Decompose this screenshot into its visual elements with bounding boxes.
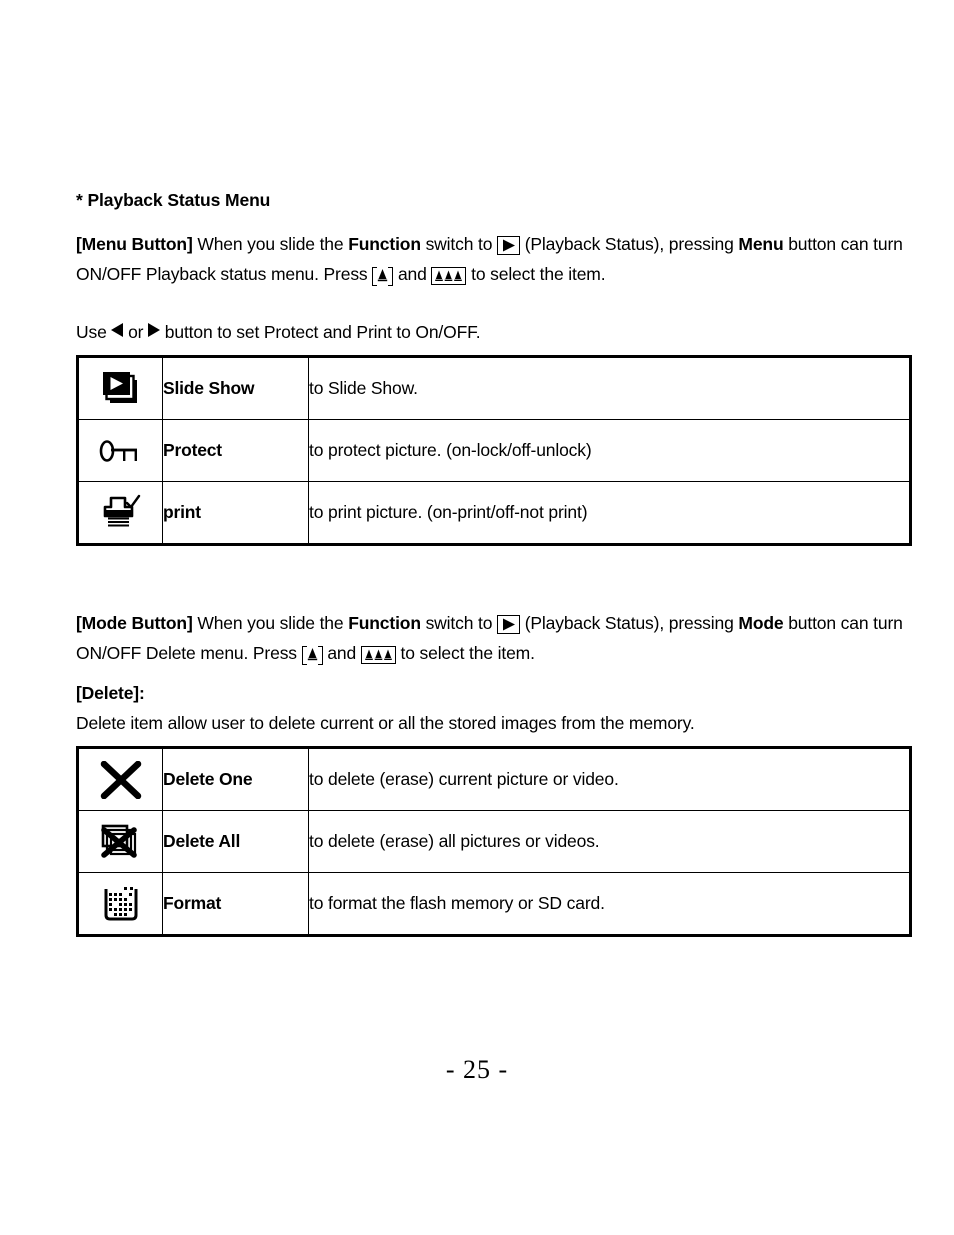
item-label: Slide Show [162,356,309,420]
icon-cell [77,419,163,482]
key-protect-icon [79,420,162,481]
table-row: Protect to protect picture. (on-lock/off… [77,419,911,482]
page-number: - 25 - [445,1055,509,1084]
icon-cell [77,747,163,811]
use-text-3: button to set Protect and Print to On/OF… [160,322,481,342]
item-label: Protect [162,419,309,482]
thumbnail-zoom-out-icon [431,267,467,285]
menu-paragraph-text-5: and [393,264,432,284]
table-row: Delete One to delete (erase) current pic… [77,747,911,811]
playback-status-icon [497,615,521,634]
function-bold-2: Function [348,613,421,633]
zoom-in-icon [372,267,394,286]
mode-paragraph-text-2: switch to [420,613,498,633]
item-label: print [162,481,309,545]
function-bold-1: Function [348,234,421,254]
format-memory-icon [79,873,162,934]
delete-heading-text: [Delete]: [76,683,145,703]
delete-all-icon [79,811,162,872]
menu-paragraph-text-1: When you slide the [192,234,349,254]
mode-paragraph-text-3: (Playback Status), pressing [520,613,739,633]
mode-button-paragraph: [Mode Button] When you slide the Functio… [76,608,912,668]
mode-paragraph-text-1: When you slide the [192,613,349,633]
mode-paragraph-text-6: to select the item. [395,643,535,663]
item-description: to delete (erase) current picture or vid… [308,747,911,811]
page-title: * Playback Status Menu [76,190,271,210]
delete-section-heading: [Delete]: [76,678,912,708]
menu-paragraph-text-2: switch to [420,234,498,254]
playback-status-icon [497,236,521,255]
icon-cell [77,481,163,545]
mode-bold-2: Mode [738,613,784,633]
zoom-in-icon [301,646,323,665]
item-description: to delete (erase) all pictures or videos… [308,810,911,873]
icon-cell [77,810,163,873]
icon-cell [77,356,163,420]
table-row: print to print picture. (on-print/off-no… [77,481,911,545]
item-label: Delete One [162,747,309,811]
icon-cell [77,872,163,936]
playback-status-table: Slide Show to Slide Show. Protect to pro… [76,355,912,546]
use-text-2: or [123,322,149,342]
use-text-1: Use [76,322,112,342]
item-label: Format [162,872,309,936]
table-row: Format to format the flash memory or SD … [77,872,911,936]
printer-check-icon [79,482,162,543]
table-row: Delete All to delete (erase) all picture… [77,810,911,873]
delete-table: Delete One to delete (erase) current pic… [76,746,912,937]
menu-button-lead: [Menu Button] [76,234,193,254]
thumbnail-zoom-out-icon [360,646,396,664]
mode-button-lead: [Mode Button] [76,613,193,633]
table-row: Slide Show to Slide Show. [77,356,911,420]
page-content: * Playback Status Menu [Menu Button] Whe… [76,190,912,937]
arrow-right-icon [148,323,161,337]
item-description: to Slide Show. [308,356,911,420]
delete-one-x-icon [79,749,162,810]
document-page: * Playback Status Menu [Menu Button] Whe… [0,0,954,1235]
item-label: Delete All [162,810,309,873]
item-description: to print picture. (on-print/off-not prin… [308,481,911,545]
mode-paragraph-text-5: and [322,643,361,663]
use-arrows-line: Use or button to set Protect and Print t… [76,317,912,347]
delete-section-description: Delete item allow user to delete current… [76,713,695,733]
item-description: to format the flash memory or SD card. [308,872,911,936]
item-description: to protect picture. (on-lock/off-unlock) [308,419,911,482]
menu-paragraph-text-6: to select the item. [466,264,606,284]
arrow-left-icon [111,323,124,337]
slide-show-icon [79,358,162,419]
menu-bold-2: Menu [738,234,784,254]
menu-paragraph-text-3: (Playback Status), pressing [520,234,739,254]
menu-button-paragraph: [Menu Button] When you slide the Functio… [76,229,912,289]
